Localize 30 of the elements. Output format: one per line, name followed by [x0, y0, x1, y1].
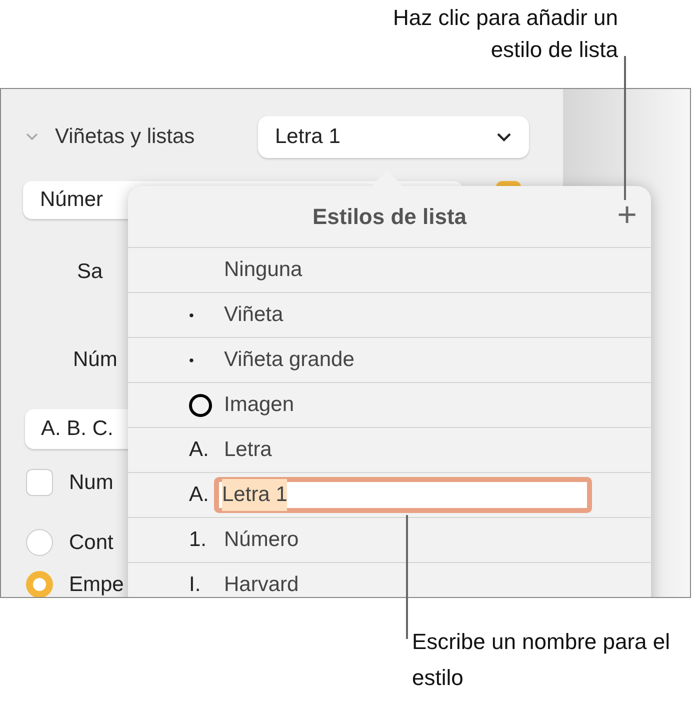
radio-label: Cont: [69, 530, 114, 556]
list-marker: 1.: [189, 527, 207, 554]
radio-button[interactable]: [26, 571, 53, 597]
popover-title: Estilos de lista: [312, 203, 467, 231]
callout-text: Escribe un nombre para el estilo: [412, 628, 672, 692]
chevron-icon: [496, 132, 512, 142]
field-label: Núm: [73, 347, 118, 373]
list-style-item[interactable]: Harvard: [224, 569, 299, 597]
chevron-icon[interactable]: [25, 132, 39, 142]
list-marker: A.: [189, 437, 209, 464]
list-marker: •: [189, 350, 194, 370]
list-style-item[interactable]: Número: [224, 524, 299, 556]
name-input-field[interactable]: Letra 1: [214, 477, 592, 513]
list-marker: •: [189, 306, 194, 324]
callout-text: Haz clic para añadir un estilo de lista: [392, 4, 618, 64]
list-style-item[interactable]: Imagen: [224, 389, 294, 421]
list-style-item[interactable]: Letra: [224, 434, 272, 466]
style-dropdown[interactable]: Letra 1: [258, 116, 529, 158]
list-marker: I.: [189, 572, 201, 597]
checkbox[interactable]: [26, 469, 53, 496]
checkbox-label: Num: [69, 470, 114, 496]
add-button[interactable]: +: [617, 198, 637, 232]
list-marker: A.: [189, 482, 209, 508]
radio-label: Empe: [69, 572, 124, 597]
list-style-item[interactable]: Viñeta: [224, 299, 284, 331]
field-label: Sa: [77, 259, 103, 285]
section-title: Viñetas y listas: [55, 124, 195, 150]
list-style-item[interactable]: Viñeta grande: [224, 344, 354, 376]
radio-button[interactable]: [26, 529, 53, 556]
list-style-item[interactable]: Ninguna: [224, 254, 302, 286]
